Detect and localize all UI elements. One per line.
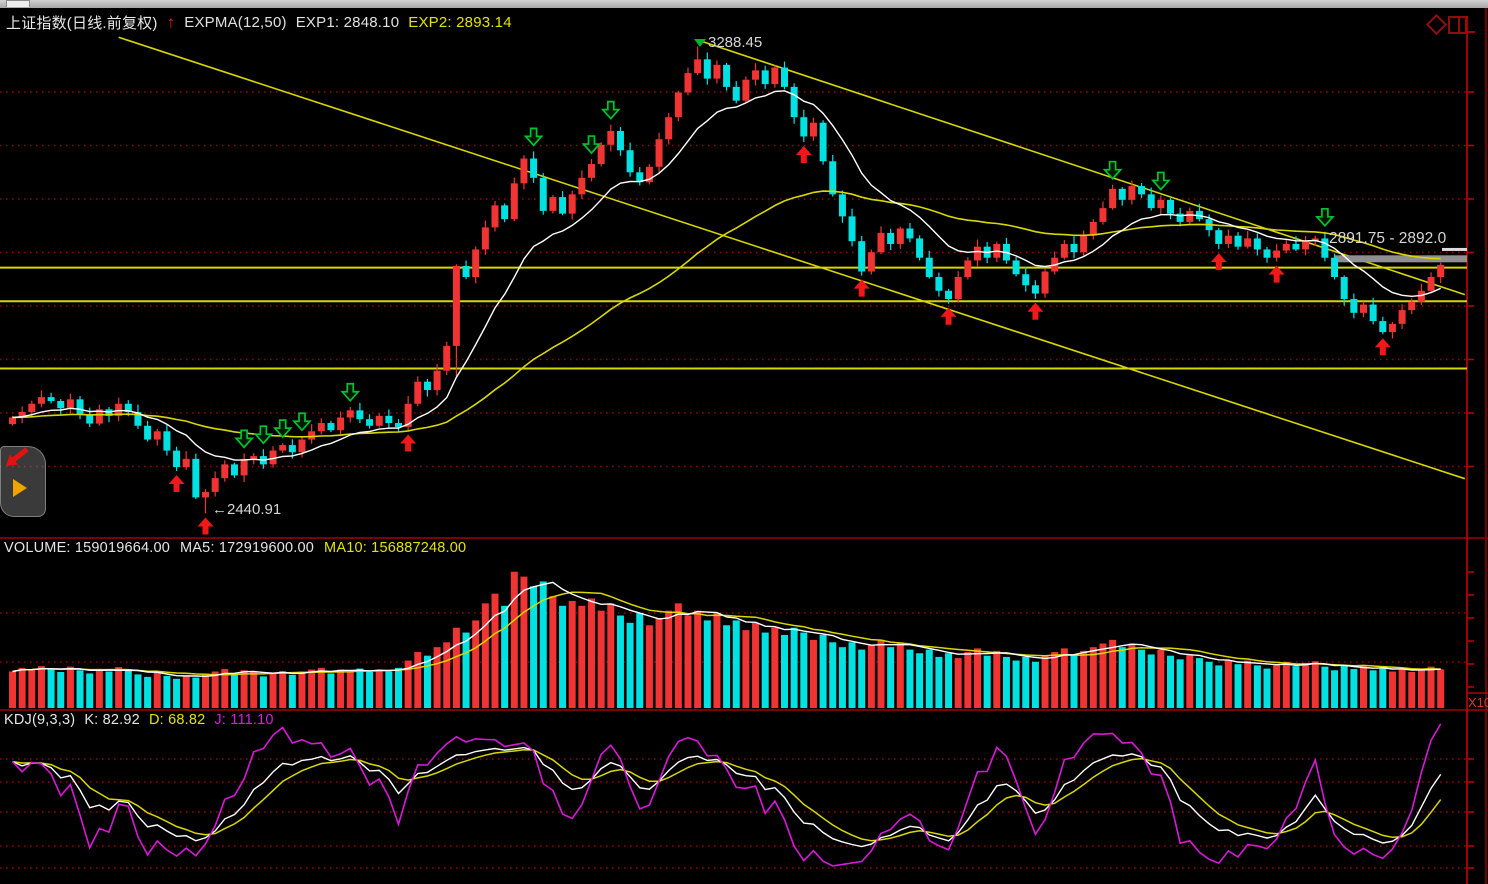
main-chart-pane[interactable]	[0, 8, 1488, 538]
symbol-title: 上证指数(日线.前复权)	[6, 12, 158, 33]
exp2-value: EXP2: 2893.14	[408, 14, 512, 31]
peak-price-text: 3288.45	[708, 34, 762, 51]
volume-ma5-value: MA5: 172919600.00	[180, 540, 314, 556]
indicator-name: EXPMA(12,50)	[184, 14, 286, 31]
kdj-pane[interactable]	[0, 710, 1488, 884]
volume-value: VOLUME: 159019664.00	[4, 540, 170, 556]
volume-multiplier-label: X10	[1468, 695, 1488, 710]
volume-pane[interactable]	[0, 538, 1488, 710]
exp1-value: EXP1: 2848.10	[296, 14, 400, 31]
volume-ma10-value: MA10: 156887248.00	[324, 540, 466, 556]
current-price-range-label: 2891.75 - 2892.0	[1329, 230, 1446, 248]
kdj-name: KDJ(9,3,3)	[4, 712, 75, 728]
up-arrow-icon: ↑	[167, 15, 176, 30]
red-arrow-icon	[2, 444, 31, 471]
kdj-k-value: K: 82.92	[84, 712, 140, 728]
kdj-d-value: D: 68.82	[149, 712, 205, 728]
kdj-header: KDJ(9,3,3) K: 82.92 D: 68.82 J: 111.10	[4, 712, 274, 728]
main-chart-header: 上证指数(日线.前复权) ↑ EXPMA(12,50) EXP1: 2848.1…	[6, 12, 512, 33]
peak-price-annotation: 3288.45	[694, 34, 762, 51]
kdj-j-value: J: 111.10	[214, 712, 273, 728]
volume-header: VOLUME: 159019664.00 MA5: 172919600.00 M…	[4, 540, 466, 556]
peak-green-mark-icon	[694, 39, 706, 47]
trough-price-annotation: ←2440.91	[212, 501, 281, 518]
left-scroll-widget[interactable]	[0, 446, 46, 517]
expand-right-icon[interactable]	[13, 479, 27, 497]
